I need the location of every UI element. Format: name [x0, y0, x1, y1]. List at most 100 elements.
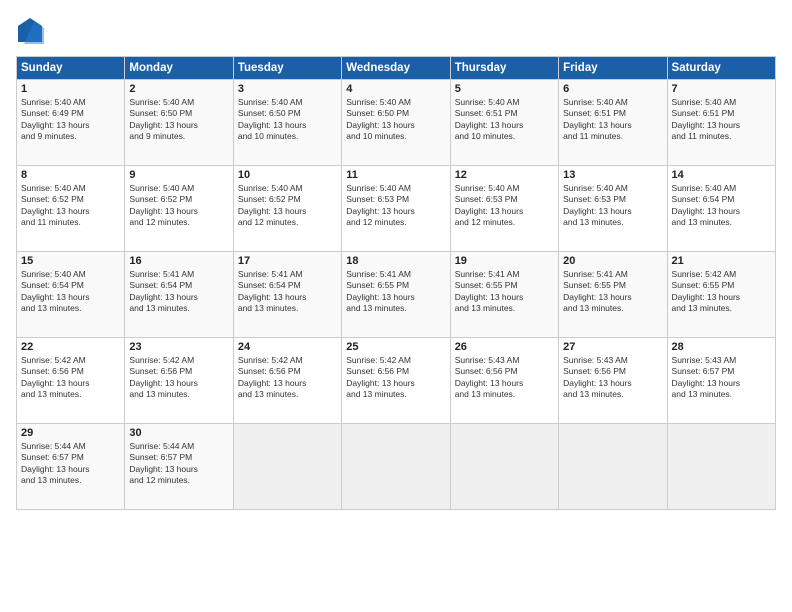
day-number: 27: [563, 341, 662, 353]
day-number: 3: [238, 83, 337, 95]
day-number: 9: [129, 169, 228, 181]
cell-content: Sunrise: 5:43 AMSunset: 6:56 PMDaylight:…: [455, 355, 554, 401]
calendar-week-3: 15 Sunrise: 5:40 AMSunset: 6:54 PMDayligh…: [17, 252, 776, 338]
calendar-cell: 11 Sunrise: 5:40 AMSunset: 6:53 PMDayligh…: [342, 166, 450, 252]
calendar-cell: 28Sunrise: 5:43 AMSunset: 6:57 PMDayligh…: [667, 338, 775, 424]
header-day-saturday: Saturday: [667, 57, 775, 80]
cell-content: Sunrise: 5:41 AMSunset: 6:54 PMDaylight:…: [129, 269, 228, 315]
calendar-cell: 21 Sunrise: 5:42 AMSunset: 6:55 PMDayligh…: [667, 252, 775, 338]
day-number: 21: [672, 255, 771, 267]
cell-content: Sunrise: 5:42 AMSunset: 6:56 PMDaylight:…: [21, 355, 120, 401]
header-day-friday: Friday: [559, 57, 667, 80]
cell-content: Sunrise: 5:42 AMSunset: 6:56 PMDaylight:…: [346, 355, 445, 401]
calendar: SundayMondayTuesdayWednesdayThursdayFrid…: [16, 56, 776, 510]
day-number: 13: [563, 169, 662, 181]
day-number: 6: [563, 83, 662, 95]
calendar-cell: 8 Sunrise: 5:40 AMSunset: 6:52 PMDaylight…: [17, 166, 125, 252]
cell-content: Sunrise: 5:40 AMSunset: 6:49 PMDaylight:…: [21, 97, 120, 143]
cell-content: Sunrise: 5:42 AMSunset: 6:55 PMDaylight:…: [672, 269, 771, 315]
day-number: 4: [346, 83, 445, 95]
cell-content: Sunrise: 5:44 AMSunset: 6:57 PMDaylight:…: [129, 441, 228, 487]
header-day-thursday: Thursday: [450, 57, 558, 80]
cell-content: Sunrise: 5:41 AMSunset: 6:55 PMDaylight:…: [346, 269, 445, 315]
cell-content: Sunrise: 5:41 AMSunset: 6:54 PMDaylight:…: [238, 269, 337, 315]
calendar-cell: 2 Sunrise: 5:40 AMSunset: 6:50 PMDaylight…: [125, 80, 233, 166]
calendar-cell: [342, 424, 450, 510]
calendar-week-1: 1Sunrise: 5:40 AMSunset: 6:49 PMDaylight…: [17, 80, 776, 166]
day-number: 5: [455, 83, 554, 95]
day-number: 17: [238, 255, 337, 267]
calendar-cell: 24 Sunrise: 5:42 AMSunset: 6:56 PMDayligh…: [233, 338, 341, 424]
day-number: 11: [346, 169, 445, 181]
calendar-cell: 26 Sunrise: 5:43 AMSunset: 6:56 PMDayligh…: [450, 338, 558, 424]
calendar-header: SundayMondayTuesdayWednesdayThursdayFrid…: [17, 57, 776, 80]
cell-content: Sunrise: 5:40 AMSunset: 6:53 PMDaylight:…: [346, 183, 445, 229]
cell-content: Sunrise: 5:40 AMSunset: 6:50 PMDaylight:…: [238, 97, 337, 143]
cell-content: Sunrise: 5:40 AMSunset: 6:50 PMDaylight:…: [346, 97, 445, 143]
cell-content: Sunrise: 5:42 AMSunset: 6:56 PMDaylight:…: [238, 355, 337, 401]
calendar-cell: 1Sunrise: 5:40 AMSunset: 6:49 PMDaylight…: [17, 80, 125, 166]
day-number: 8: [21, 169, 120, 181]
cell-content: Sunrise: 5:41 AMSunset: 6:55 PMDaylight:…: [455, 269, 554, 315]
calendar-body: 1Sunrise: 5:40 AMSunset: 6:49 PMDaylight…: [17, 80, 776, 510]
calendar-cell: 12Sunrise: 5:40 AMSunset: 6:53 PMDayligh…: [450, 166, 558, 252]
cell-content: Sunrise: 5:43 AMSunset: 6:56 PMDaylight:…: [563, 355, 662, 401]
calendar-cell: 20 Sunrise: 5:41 AMSunset: 6:55 PMDayligh…: [559, 252, 667, 338]
day-number: 30: [129, 427, 228, 439]
calendar-cell: 7 Sunrise: 5:40 AMSunset: 6:51 PMDaylight…: [667, 80, 775, 166]
cell-content: Sunrise: 5:40 AMSunset: 6:51 PMDaylight:…: [563, 97, 662, 143]
cell-content: Sunrise: 5:40 AMSunset: 6:51 PMDaylight:…: [672, 97, 771, 143]
calendar-cell: 5Sunrise: 5:40 AMSunset: 6:51 PMDaylight…: [450, 80, 558, 166]
day-number: 24: [238, 341, 337, 353]
cell-content: Sunrise: 5:40 AMSunset: 6:52 PMDaylight:…: [21, 183, 120, 229]
header-day-wednesday: Wednesday: [342, 57, 450, 80]
calendar-cell: 17 Sunrise: 5:41 AMSunset: 6:54 PMDayligh…: [233, 252, 341, 338]
day-number: 23: [129, 341, 228, 353]
cell-content: Sunrise: 5:40 AMSunset: 6:50 PMDaylight:…: [129, 97, 228, 143]
day-number: 16: [129, 255, 228, 267]
header-day-sunday: Sunday: [17, 57, 125, 80]
header-row: SundayMondayTuesdayWednesdayThursdayFrid…: [17, 57, 776, 80]
header-day-tuesday: Tuesday: [233, 57, 341, 80]
calendar-cell: 30 Sunrise: 5:44 AMSunset: 6:57 PMDayligh…: [125, 424, 233, 510]
day-number: 14: [672, 169, 771, 181]
day-number: 19: [455, 255, 554, 267]
calendar-cell: 3 Sunrise: 5:40 AMSunset: 6:50 PMDaylight…: [233, 80, 341, 166]
day-number: 15: [21, 255, 120, 267]
calendar-cell: 4 Sunrise: 5:40 AMSunset: 6:50 PMDaylight…: [342, 80, 450, 166]
calendar-cell: 10 Sunrise: 5:40 AMSunset: 6:52 PMDayligh…: [233, 166, 341, 252]
logo-icon: [16, 16, 44, 44]
calendar-cell: [667, 424, 775, 510]
day-number: 25: [346, 341, 445, 353]
calendar-cell: 9 Sunrise: 5:40 AMSunset: 6:52 PMDaylight…: [125, 166, 233, 252]
calendar-week-4: 22Sunrise: 5:42 AMSunset: 6:56 PMDayligh…: [17, 338, 776, 424]
cell-content: Sunrise: 5:40 AMSunset: 6:54 PMDaylight:…: [672, 183, 771, 229]
cell-content: Sunrise: 5:40 AMSunset: 6:53 PMDaylight:…: [563, 183, 662, 229]
calendar-cell: 27 Sunrise: 5:43 AMSunset: 6:56 PMDayligh…: [559, 338, 667, 424]
calendar-cell: [450, 424, 558, 510]
cell-content: Sunrise: 5:40 AMSunset: 6:52 PMDaylight:…: [129, 183, 228, 229]
calendar-cell: 15 Sunrise: 5:40 AMSunset: 6:54 PMDayligh…: [17, 252, 125, 338]
cell-content: Sunrise: 5:40 AMSunset: 6:53 PMDaylight:…: [455, 183, 554, 229]
calendar-cell: [559, 424, 667, 510]
calendar-cell: 19 Sunrise: 5:41 AMSunset: 6:55 PMDayligh…: [450, 252, 558, 338]
calendar-week-2: 8 Sunrise: 5:40 AMSunset: 6:52 PMDaylight…: [17, 166, 776, 252]
day-number: 20: [563, 255, 662, 267]
cell-content: Sunrise: 5:42 AMSunset: 6:56 PMDaylight:…: [129, 355, 228, 401]
calendar-cell: 18Sunrise: 5:41 AMSunset: 6:55 PMDayligh…: [342, 252, 450, 338]
cell-content: Sunrise: 5:40 AMSunset: 6:54 PMDaylight:…: [21, 269, 120, 315]
day-number: 26: [455, 341, 554, 353]
cell-content: Sunrise: 5:40 AMSunset: 6:52 PMDaylight:…: [238, 183, 337, 229]
day-number: 2: [129, 83, 228, 95]
page: SundayMondayTuesdayWednesdayThursdayFrid…: [0, 0, 792, 612]
cell-content: Sunrise: 5:43 AMSunset: 6:57 PMDaylight:…: [672, 355, 771, 401]
calendar-cell: 29Sunrise: 5:44 AMSunset: 6:57 PMDayligh…: [17, 424, 125, 510]
cell-content: Sunrise: 5:41 AMSunset: 6:55 PMDaylight:…: [563, 269, 662, 315]
calendar-week-5: 29Sunrise: 5:44 AMSunset: 6:57 PMDayligh…: [17, 424, 776, 510]
calendar-cell: 16 Sunrise: 5:41 AMSunset: 6:54 PMDayligh…: [125, 252, 233, 338]
day-number: 7: [672, 83, 771, 95]
header-day-monday: Monday: [125, 57, 233, 80]
day-number: 10: [238, 169, 337, 181]
logo: [16, 16, 48, 44]
calendar-cell: 23 Sunrise: 5:42 AMSunset: 6:56 PMDayligh…: [125, 338, 233, 424]
